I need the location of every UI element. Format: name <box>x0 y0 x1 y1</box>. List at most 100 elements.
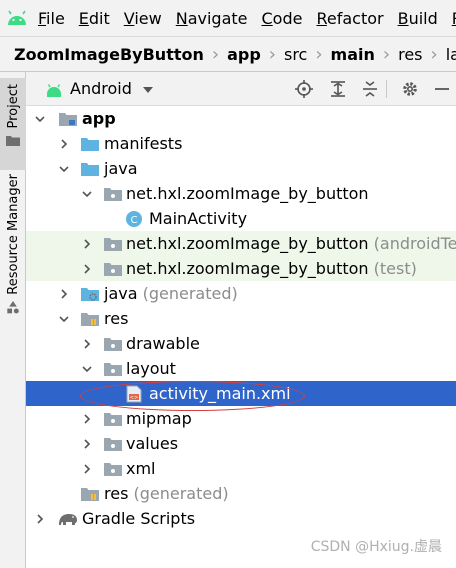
tree-label: manifests <box>104 134 183 153</box>
menu-view[interactable]: View <box>124 9 162 28</box>
tree-label: xml <box>126 459 156 478</box>
tree-row-java-generated[interactable]: java (generated) <box>26 281 456 306</box>
chevron-down-icon[interactable] <box>58 313 70 325</box>
view-selector[interactable]: Android <box>70 79 132 98</box>
chevron-down-icon[interactable] <box>142 81 154 99</box>
chevron-down-icon[interactable] <box>34 113 46 125</box>
tree-label: activity_main.xml <box>149 384 291 403</box>
tree-label: MainActivity <box>149 209 248 228</box>
breadcrumb-separator-icon: › <box>315 43 323 65</box>
tree-label-suffix: (androidTest) <box>373 234 456 253</box>
breadcrumb-src[interactable]: src <box>284 45 307 64</box>
package-icon <box>104 235 122 253</box>
tree-label: res <box>104 309 129 328</box>
chevron-down-icon[interactable] <box>81 363 93 375</box>
tree-label: java <box>104 159 138 178</box>
chevron-right-icon[interactable] <box>81 463 93 475</box>
breadcrumb-main[interactable]: main <box>331 45 375 64</box>
chevron-right-icon[interactable] <box>81 438 93 450</box>
tree-row-java[interactable]: java <box>26 156 456 181</box>
tree-row-mainactivity[interactable]: C MainActivity <box>26 206 456 231</box>
chevron-right-icon[interactable] <box>34 513 46 525</box>
menu-code[interactable]: Code <box>262 9 303 28</box>
tree-row-res[interactable]: res <box>26 306 456 331</box>
menu-run[interactable]: R <box>452 9 456 28</box>
menu-navigate[interactable]: Navigate <box>176 9 248 28</box>
tree-row-package[interactable]: net.hxl.zoomImage_by_button <box>26 181 456 206</box>
tree-row-layout[interactable]: layout <box>26 356 456 381</box>
resource-folder-icon <box>81 485 99 503</box>
tree-label: Gradle Scripts <box>82 509 196 528</box>
locate-file-icon[interactable] <box>294 79 314 99</box>
package-icon <box>104 260 122 278</box>
tree-label: mipmap <box>126 409 192 428</box>
project-toolbar: Android <box>26 72 456 106</box>
expand-all-icon[interactable] <box>328 79 348 99</box>
menu-refactor[interactable]: Refactor <box>316 9 383 28</box>
gear-icon[interactable] <box>400 79 420 99</box>
tree-row-gradle-scripts[interactable]: Gradle Scripts <box>26 506 456 531</box>
tree-label-suffix: (test) <box>373 259 417 278</box>
menu-bar: File Edit View Navigate Code Refactor Bu… <box>0 0 456 36</box>
tree-row-package-androidtest[interactable]: net.hxl.zoomImage_by_button (androidTest… <box>26 231 456 256</box>
menu-file[interactable]: File <box>38 9 65 28</box>
module-folder-icon <box>59 110 77 128</box>
breadcrumb-separator-icon: › <box>382 43 391 65</box>
folder-icon <box>104 435 122 453</box>
resource-manager-icon <box>7 300 19 314</box>
collapse-all-icon[interactable] <box>360 79 380 99</box>
tree-label: net.hxl.zoomImage_by_button (test) <box>126 259 417 278</box>
project-tool-label: Project <box>5 84 21 129</box>
tree-row-activity-main[interactable]: <> activity_main.xml <box>26 381 456 406</box>
tree-label-suffix: (generated) <box>133 484 229 503</box>
breadcrumb-separator-icon: › <box>430 43 438 65</box>
chevron-right-icon[interactable] <box>81 338 93 350</box>
project-tree: app manifests java net.hxl.zoomImage_by_… <box>26 106 456 568</box>
chevron-right-icon[interactable] <box>81 263 93 275</box>
breadcrumb-res[interactable]: res <box>398 45 422 64</box>
breadcrumb-layout[interactable]: layout <box>446 45 456 64</box>
source-folder-icon <box>81 160 99 178</box>
chevron-right-icon[interactable] <box>81 238 93 250</box>
chevron-right-icon[interactable] <box>81 413 93 425</box>
folder-icon <box>104 360 122 378</box>
java-class-icon: C <box>125 210 143 228</box>
android-logo-icon <box>6 5 28 31</box>
resource-manager-tool-tab[interactable]: Resource Manager <box>0 174 26 314</box>
chevron-down-icon[interactable] <box>81 188 93 200</box>
tree-label: layout <box>126 359 176 378</box>
tree-label: java (generated) <box>104 284 238 303</box>
tree-row-values[interactable]: values <box>26 431 456 456</box>
tree-label: net.hxl.zoomImage_by_button <box>126 184 369 203</box>
breadcrumb: ZoomImageByButton › app › src › main › r… <box>0 36 456 72</box>
resource-folder-icon <box>81 310 99 328</box>
tree-row-drawable[interactable]: drawable <box>26 331 456 356</box>
tool-window-strip: Project Resource Manager <box>0 72 26 568</box>
chevron-right-icon[interactable] <box>58 138 70 150</box>
tree-row-app[interactable]: app <box>26 106 456 131</box>
breadcrumb-module[interactable]: app <box>227 45 261 64</box>
layout-file-icon: <> <box>125 385 143 403</box>
tree-label: net.hxl.zoomImage_by_button (androidTest… <box>126 234 456 253</box>
breadcrumb-project[interactable]: ZoomImageByButton <box>14 45 204 64</box>
chevron-right-icon[interactable] <box>58 288 70 300</box>
folder-icon <box>104 410 122 428</box>
folder-icon <box>104 460 122 478</box>
breadcrumb-separator-icon: › <box>268 43 276 65</box>
resource-manager-label: Resource Manager <box>5 174 21 295</box>
tree-row-res-generated[interactable]: res (generated) <box>26 481 456 506</box>
tree-row-manifests[interactable]: manifests <box>26 131 456 156</box>
chevron-down-icon[interactable] <box>58 163 70 175</box>
toolbar-divider <box>386 80 387 98</box>
hide-panel-icon[interactable] <box>432 79 452 99</box>
tree-row-mipmap[interactable]: mipmap <box>26 406 456 431</box>
tree-row-package-test[interactable]: net.hxl.zoomImage_by_button (test) <box>26 256 456 281</box>
project-tool-tab[interactable]: Project <box>0 78 26 170</box>
menu-build[interactable]: Build <box>398 9 438 28</box>
folder-icon <box>81 135 99 153</box>
menu-edit[interactable]: Edit <box>79 9 110 28</box>
tree-label: drawable <box>126 334 200 353</box>
tree-row-xml[interactable]: xml <box>26 456 456 481</box>
gradle-elephant-icon <box>57 510 79 528</box>
breadcrumb-separator-icon: › <box>211 43 220 65</box>
